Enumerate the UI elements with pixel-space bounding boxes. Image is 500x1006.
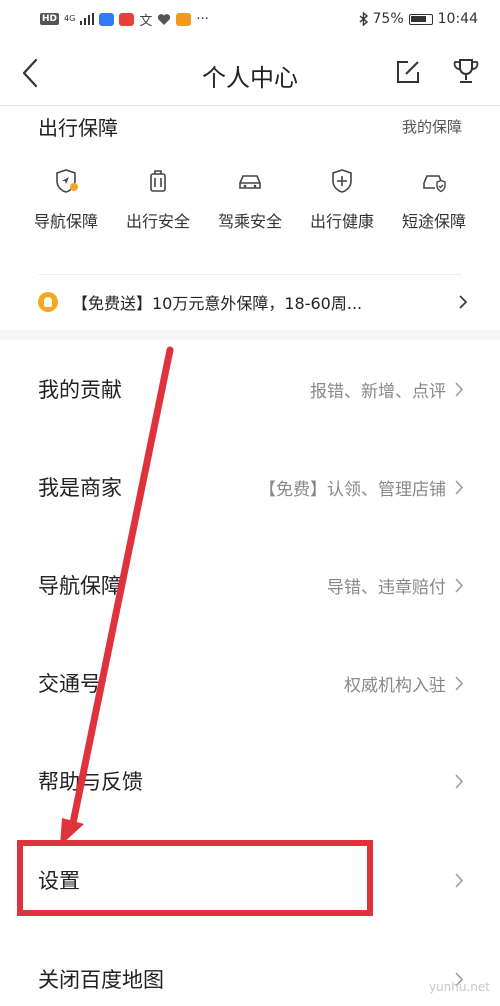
menu-item-subtitle: 导错、违章赔付 xyxy=(327,577,446,598)
signal-icon xyxy=(80,13,95,25)
app-notification-icon xyxy=(119,12,135,26)
menu-item-subtitle: 【免费】认领、管理店铺 xyxy=(259,479,446,500)
bluetooth-icon xyxy=(359,12,368,26)
feature-driving-safety[interactable]: 驾乘安全 xyxy=(204,168,296,232)
chevron-right-icon xyxy=(455,872,464,888)
menu-item-navigation-protection[interactable]: 导航保障 导错、违章赔付 xyxy=(0,536,500,634)
protection-features: 导航保障 出行安全 驾乘安全 出行健康 短途保障 xyxy=(20,168,480,232)
header: 个人中心 xyxy=(0,40,500,106)
watermark: yunhu.net xyxy=(428,980,490,994)
divider xyxy=(38,274,462,275)
chevron-right-icon xyxy=(455,479,464,495)
status-right: 75% 10:44 xyxy=(359,11,478,27)
menu-item-label: 我的贡献 xyxy=(38,378,122,402)
hd-indicator: HD xyxy=(40,13,60,25)
trophy-icon[interactable] xyxy=(452,56,480,86)
menu-item-subtitle: 权威机构入驻 xyxy=(344,675,446,696)
promo-text: 【免费送】10万元意外保障，18-60周... xyxy=(72,294,363,313)
app-notification-icon: 文 xyxy=(139,13,153,29)
chevron-right-icon xyxy=(455,773,464,789)
menu-item-merchant[interactable]: 我是商家 【免费】认领、管理店铺 xyxy=(0,438,500,536)
chevron-right-icon xyxy=(459,295,468,309)
feature-navigation-protection[interactable]: 导航保障 xyxy=(20,168,112,232)
app-notification-icon xyxy=(99,12,115,26)
menu-item-label: 关闭百度地图 xyxy=(38,968,164,992)
feature-label: 驾乘安全 xyxy=(217,212,282,231)
back-icon[interactable] xyxy=(16,56,46,90)
chevron-right-icon xyxy=(455,577,464,593)
shield-navigation-icon xyxy=(56,169,78,193)
car-icon xyxy=(239,175,261,189)
menu-item-help-feedback[interactable]: 帮助与反馈 xyxy=(0,732,500,830)
menu-item-close-map[interactable]: 关闭百度地图 xyxy=(0,930,500,1006)
section-title: 出行保障 xyxy=(38,116,118,140)
menu-item-traffic-account[interactable]: 交通号 权威机构入驻 xyxy=(0,634,500,732)
menu-item-settings[interactable]: 设置 xyxy=(0,831,500,929)
menu-item-label: 导航保障 xyxy=(38,574,122,598)
page-title: 个人中心 xyxy=(202,64,298,92)
edit-icon[interactable] xyxy=(394,58,422,86)
section-divider xyxy=(0,330,500,340)
promo-bell-icon xyxy=(38,292,58,312)
menu-item-label: 我是商家 xyxy=(38,476,122,500)
my-protection-link[interactable]: 我的保障 xyxy=(402,116,462,137)
chevron-right-icon xyxy=(455,675,464,691)
shield-plus-icon xyxy=(332,169,352,193)
promo-banner[interactable]: 【免费送】10万元意外保障，18-60周... xyxy=(38,280,468,324)
menu-item-label: 帮助与反馈 xyxy=(38,770,143,794)
clock: 10:44 xyxy=(437,11,478,27)
feature-label: 出行安全 xyxy=(125,212,190,231)
feature-label: 导航保障 xyxy=(33,212,98,231)
menu-item-label: 设置 xyxy=(38,869,80,893)
app-notification-icon xyxy=(176,12,192,26)
heart-icon xyxy=(158,13,171,25)
status-left: HD 4G 文 ··· xyxy=(40,10,209,29)
feature-label: 出行健康 xyxy=(309,212,374,231)
feature-label: 短途保障 xyxy=(401,212,466,231)
menu-item-subtitle: 报错、新增、点评 xyxy=(310,381,446,402)
menu-item-contributions[interactable]: 我的贡献 报错、新增、点评 xyxy=(0,340,500,438)
chevron-right-icon xyxy=(455,381,464,397)
feature-short-trip-protection[interactable]: 短途保障 xyxy=(388,168,480,232)
battery-icon xyxy=(408,13,433,25)
car-shield-icon xyxy=(423,175,446,193)
network-indicator: 4G xyxy=(64,14,76,23)
feature-travel-safety[interactable]: 出行安全 xyxy=(112,168,204,232)
battery-percent: 75% xyxy=(372,11,404,27)
menu-item-label: 交通号 xyxy=(38,672,101,696)
more-notifications-icon: ··· xyxy=(196,11,209,27)
status-bar: HD 4G 文 ··· 75% 10:44 xyxy=(0,0,500,38)
feature-travel-health[interactable]: 出行健康 xyxy=(296,168,388,232)
luggage-icon xyxy=(150,170,166,192)
